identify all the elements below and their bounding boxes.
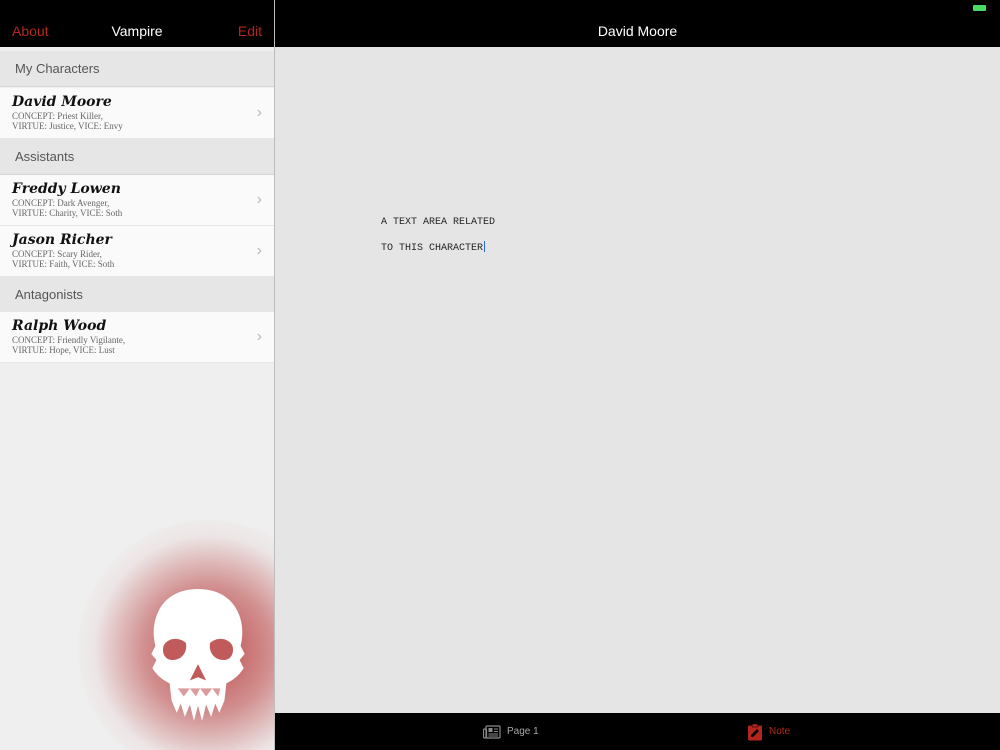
character-row-jason-richer[interactable]: Jason Richer CONCEPT: Scary Rider, VIRTU… xyxy=(0,226,274,277)
character-name: Freddy Lowen xyxy=(12,181,121,197)
bottom-tab-bar: Page 1 Note xyxy=(275,713,1000,750)
character-virtue-vice: VIRTUE: Justice, VICE: Envy xyxy=(12,121,123,131)
character-name: Ralph Wood xyxy=(12,318,107,334)
edit-button[interactable]: Edit xyxy=(238,23,262,39)
character-virtue-vice: VIRTUE: Charity, VICE: Soth xyxy=(12,208,123,218)
note-line: A TEXT AREA RELATED xyxy=(381,217,496,228)
section-header-my-characters: My Characters xyxy=(0,51,274,87)
note-line: TO THIS CHARACTER xyxy=(381,243,484,254)
character-virtue-vice: VIRTUE: Faith, VICE: Soth xyxy=(12,259,115,269)
character-concept: CONCEPT: Priest Killer, xyxy=(12,111,103,121)
tab-page-label: Page 1 xyxy=(507,726,539,737)
detail-title: David Moore xyxy=(597,23,678,39)
clipboard-icon xyxy=(748,723,762,740)
character-concept: CONCEPT: Dark Avenger, xyxy=(12,198,110,208)
chevron-right-icon: › xyxy=(256,191,262,208)
newspaper-icon xyxy=(483,724,501,739)
skull-icon xyxy=(151,589,245,721)
character-note-area[interactable]: A TEXT AREA RELATED TO THIS CHARACTER xyxy=(275,47,1000,713)
character-row-david-moore[interactable]: David Moore CONCEPT: Priest Killer, VIRT… xyxy=(0,88,274,139)
character-virtue-vice: VIRTUE: Hope, VICE: Lust xyxy=(12,345,115,355)
battery-icon xyxy=(973,5,986,11)
section-header-assistants: Assistants xyxy=(0,139,274,175)
character-concept: CONCEPT: Friendly Vigilante, xyxy=(12,335,126,345)
master-navigation-bar: About Vampire Edit xyxy=(0,0,274,47)
chevron-right-icon: › xyxy=(256,242,262,259)
character-name: Jason Richer xyxy=(12,232,112,248)
chevron-right-icon: › xyxy=(256,328,262,345)
chevron-right-icon: › xyxy=(256,104,262,121)
character-name: David Moore xyxy=(12,94,112,110)
character-row-freddy-lowen[interactable]: Freddy Lowen CONCEPT: Dark Avenger, VIRT… xyxy=(0,175,274,226)
master-pane: About Vampire Edit My Characters David M… xyxy=(0,0,275,750)
detail-navigation-bar: David Moore xyxy=(275,0,1000,47)
master-title: Vampire xyxy=(111,23,163,39)
character-row-ralph-wood[interactable]: Ralph Wood CONCEPT: Friendly Vigilante, … xyxy=(0,312,274,363)
text-cursor xyxy=(484,241,486,252)
character-concept: CONCEPT: Scary Rider, xyxy=(12,249,102,259)
tab-note-label: Note xyxy=(769,726,791,737)
tab-page[interactable]: Page 1 xyxy=(483,713,539,750)
tab-note[interactable]: Note xyxy=(747,713,790,750)
section-header-antagonists: Antagonists xyxy=(0,277,274,313)
